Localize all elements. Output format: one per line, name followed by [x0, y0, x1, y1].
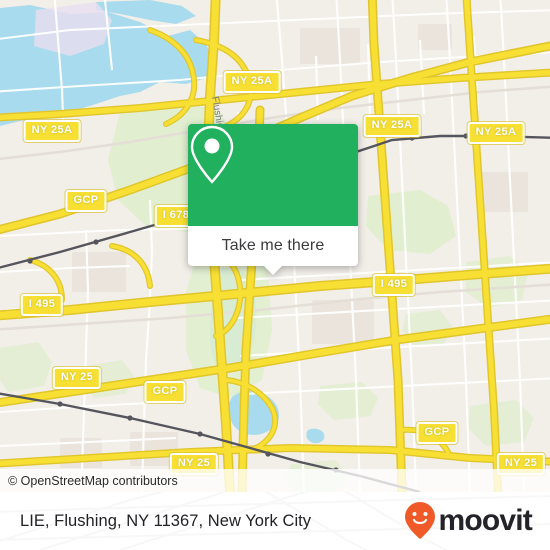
road-shield: NY 25A: [467, 122, 525, 144]
popup-marker-area: [188, 124, 358, 226]
destination-popup-card[interactable]: Take me there: [188, 124, 358, 275]
road-shield: I 495: [372, 274, 416, 296]
map-screenshot-root: NY 25A NY 25A NY 25A NY 25A GCP I 678 I 495 I 4…: [0, 0, 550, 550]
map-pin-icon: [190, 125, 234, 184]
moovit-brand[interactable]: moovit: [403, 501, 550, 541]
road-shield: NY 25A: [23, 120, 81, 142]
road-shield: NY 25A: [223, 71, 281, 93]
take-me-there-label: Take me there: [221, 237, 325, 254]
moovit-smiley-pin-icon: [405, 502, 436, 539]
road-shield: GCP: [144, 381, 186, 403]
road-shield: GCP: [416, 422, 458, 444]
bottom-info-bar: LIE, Flushing, NY 11367, New York City m…: [0, 492, 550, 550]
place-name-label: LIE, Flushing, NY 11367, New York City: [20, 511, 312, 530]
road-shield: NY 25A: [363, 115, 421, 137]
popup-cta-area[interactable]: Take me there: [188, 226, 358, 275]
attribution-text: © OpenStreetMap contributors: [8, 473, 178, 488]
map-canvas[interactable]: NY 25A NY 25A NY 25A NY 25A GCP I 678 I 495 I 4…: [0, 0, 550, 492]
road-shield: NY 25: [52, 367, 102, 389]
map-attribution: © OpenStreetMap contributors: [0, 469, 550, 492]
road-shield: GCP: [65, 190, 107, 212]
moovit-wordmark: moovit: [438, 504, 532, 537]
road-shield: I 495: [20, 294, 64, 316]
popup-pointer-tail: [263, 265, 283, 275]
